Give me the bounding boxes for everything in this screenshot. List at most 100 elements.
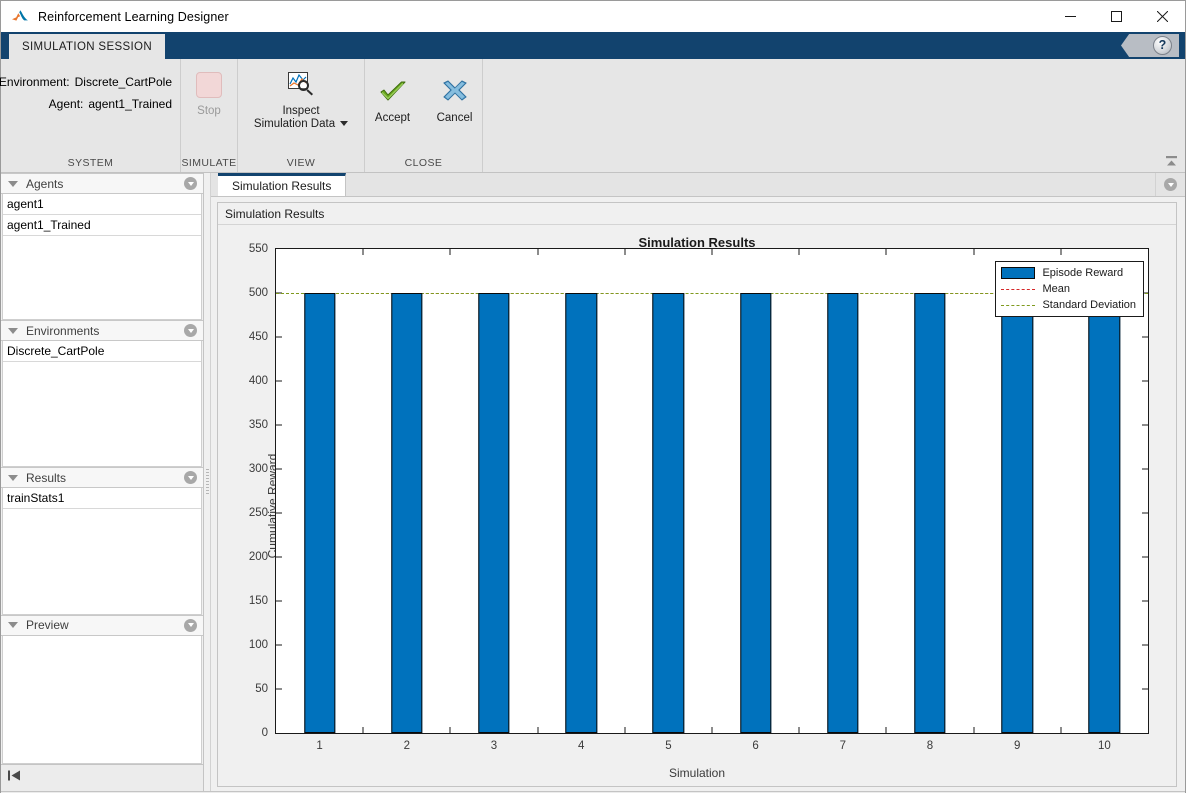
y-tick-mark <box>1142 468 1148 470</box>
chevron-down-icon[interactable] <box>340 121 349 127</box>
panel-header-agents[interactable]: Agents <box>1 173 203 194</box>
matlab-logo-icon <box>11 8 29 26</box>
y-tick-mark <box>1142 600 1148 602</box>
triangle-down-icon[interactable] <box>8 622 18 629</box>
y-tick-mark <box>276 688 282 690</box>
panel-list-environments: Discrete_CartPole <box>2 341 202 468</box>
x-tick-mark <box>449 727 451 733</box>
inspect-simulation-data-button[interactable]: Inspect Simulation Data <box>238 65 364 131</box>
x-tick-mark <box>537 249 539 255</box>
circle-chevron-down-icon[interactable] <box>184 471 197 485</box>
circle-chevron-down-icon <box>1164 178 1177 191</box>
chart-bar[interactable] <box>565 293 597 733</box>
y-tick-mark <box>276 424 282 426</box>
panel-title-preview: Preview <box>26 618 69 633</box>
tab-simulation-session[interactable]: SIMULATION SESSION <box>9 34 165 59</box>
circle-chevron-down-icon[interactable] <box>184 324 197 338</box>
view-content: Inspect Simulation Data <box>238 65 364 157</box>
legend-label: Episode Reward <box>1042 267 1124 279</box>
chart-bar[interactable] <box>652 293 685 733</box>
panel-header-results[interactable]: Results <box>1 467 203 489</box>
y-tick-label: 450 <box>248 331 268 343</box>
chart-legend[interactable]: Episode Reward Mean Standard Deviation <box>995 261 1144 317</box>
maximize-icon[interactable] <box>1093 1 1139 32</box>
panel-header-environments[interactable]: Environments <box>1 320 203 342</box>
chart-bar[interactable] <box>914 293 946 733</box>
panel-list-agents: agent1 agent1_Trained <box>2 194 202 321</box>
y-tick-label: 550 <box>248 243 268 255</box>
chart-bar[interactable] <box>391 293 423 733</box>
legend-entry: Episode Reward <box>1001 266 1136 280</box>
inspect-button-label: Inspect Simulation Data <box>254 105 349 131</box>
y-tick-mark <box>276 556 282 558</box>
agent-value[interactable]: agent1_Trained <box>88 97 172 111</box>
close-icon[interactable] <box>1139 1 1185 32</box>
circle-chevron-down-icon[interactable] <box>184 177 197 190</box>
y-tick-mark <box>1142 424 1148 426</box>
blue-cross-icon <box>442 80 467 101</box>
legend-key-icon <box>1001 283 1036 295</box>
legend-entry: Mean <box>1001 282 1136 296</box>
chart-bar[interactable] <box>478 293 510 733</box>
tab-simulation-results[interactable]: Simulation Results <box>218 173 347 196</box>
sidebar-panel-results: Results trainStats1 <box>1 467 203 615</box>
list-item[interactable]: agent1 <box>3 194 201 215</box>
y-tick-label: 400 <box>248 375 268 387</box>
environment-label: Environment: <box>0 75 70 89</box>
stop-button-label: Stop <box>197 105 221 117</box>
panel-title-results: Results <box>26 470 67 485</box>
skip-to-start-icon[interactable] <box>7 769 22 787</box>
chart-x-axis-label: Simulation <box>668 766 726 780</box>
legend-key-icon <box>1001 299 1036 311</box>
y-tick-mark <box>276 644 282 646</box>
panel-header-preview[interactable]: Preview <box>1 614 203 636</box>
y-tick-label: 100 <box>248 639 268 651</box>
ribbon-section-close: Accept Cancel CLOSE <box>365 59 483 172</box>
list-item[interactable]: Discrete_CartPole <box>3 341 201 363</box>
y-tick-label: 250 <box>248 507 268 519</box>
list-item[interactable]: agent1_Trained <box>3 215 201 236</box>
simulate-content: Stop <box>181 65 237 157</box>
ribbon-section-simulate: Stop SIMULATE <box>181 59 238 172</box>
x-tick-mark <box>537 727 539 733</box>
minimize-icon[interactable] <box>1047 1 1093 32</box>
section-label-close: CLOSE <box>404 157 443 169</box>
x-tick-mark <box>624 727 626 733</box>
stop-square-icon <box>196 72 222 98</box>
x-tick-mark <box>885 249 887 255</box>
sidebar-resize-handle[interactable] <box>204 173 211 791</box>
x-tick-mark <box>362 249 364 255</box>
chart-bar[interactable] <box>1001 293 1033 733</box>
legend-key-icon <box>1001 267 1036 279</box>
environment-value[interactable]: Discrete_CartPole <box>75 75 172 89</box>
x-tick-label: 9 <box>1013 740 1021 752</box>
document-tab-menu-button[interactable] <box>1155 173 1185 196</box>
x-tick-label: 2 <box>403 740 410 752</box>
inspect-label-line1: Inspect <box>282 105 320 117</box>
circle-chevron-down-icon[interactable] <box>184 618 197 632</box>
stop-button[interactable]: Stop <box>181 65 237 118</box>
cancel-button[interactable]: Cancel <box>429 72 481 125</box>
chart-bar[interactable] <box>739 293 772 733</box>
chart-bar[interactable] <box>827 293 859 733</box>
title-bar: Reinforcement Learning Designer <box>1 1 1185 32</box>
legend-label: Standard Deviation <box>1042 299 1136 311</box>
list-item[interactable]: trainStats1 <box>3 488 201 510</box>
ribbon-collapse-icon[interactable] <box>1162 152 1181 170</box>
chart-bar[interactable] <box>1088 293 1121 733</box>
triangle-down-icon[interactable] <box>8 180 18 187</box>
window-controls <box>1047 1 1185 32</box>
inspect-chart-magnifier-icon <box>286 72 316 98</box>
section-label-system: SYSTEM <box>67 157 114 169</box>
y-tick-label: 500 <box>248 287 268 299</box>
system-content: Environment: Discrete_CartPole Agent: ag… <box>0 65 180 157</box>
document-area: Simulation Results Simulation Results Si… <box>211 173 1185 791</box>
sidebar-panel-environments: Environments Discrete_CartPole <box>1 320 203 468</box>
triangle-down-icon[interactable] <box>8 327 18 334</box>
help-button[interactable]: ? <box>1121 34 1179 57</box>
x-tick-mark <box>711 249 713 255</box>
accept-button[interactable]: Accept <box>367 72 419 125</box>
sidebar-panel-agents: Agents agent1 agent1_Trained <box>1 173 203 321</box>
triangle-down-icon[interactable] <box>8 474 18 481</box>
chart-bar[interactable] <box>303 293 336 733</box>
